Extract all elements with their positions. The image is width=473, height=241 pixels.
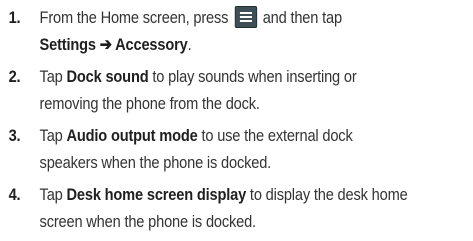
step-text-segment: From the Home screen, press — [39, 8, 229, 27]
step-number: 2. — [8, 67, 21, 86]
step-text: From the Home screen, press and then tap … — [40, 4, 461, 58]
step-line: screen when the phone is docked. — [39, 212, 257, 231]
step-text-segment: to play sounds when inserting or — [148, 67, 357, 86]
settings-path: Settings ➔ Accessory — [39, 35, 188, 54]
option-name: Audio output mode — [66, 126, 198, 145]
step-text-segment: Tap — [39, 67, 67, 86]
step-text-segment: Tap — [39, 185, 67, 204]
step-line: speakers when the phone is docked. — [39, 153, 272, 172]
step-line: Tap Dock sound to play sounds when inser… — [40, 63, 461, 90]
step-line: Tap Audio output mode to use the externa… — [40, 122, 461, 149]
step-text: Tap Audio output mode to use the externa… — [40, 122, 461, 176]
step-text-segment: Tap — [39, 126, 67, 145]
step-line: Tap Desk home screen display to display … — [40, 181, 461, 208]
step-number: 4. — [8, 185, 21, 204]
step-text: Tap Dock sound to play sounds when inser… — [40, 63, 461, 117]
step-number: 3. — [8, 126, 21, 145]
step-text-segment: to display the desk home — [246, 185, 408, 204]
option-name: Desk home screen display — [66, 185, 247, 204]
step-text: Tap Desk home screen display to display … — [40, 181, 461, 235]
step-number: 1. — [8, 8, 21, 27]
step-line: From the Home screen, press and then tap — [40, 4, 461, 31]
step-text-segment: and then tap — [262, 8, 342, 27]
step-text-segment: to use the external dock — [197, 126, 353, 145]
option-name: Dock sound — [66, 67, 149, 86]
step-line: Settings ➔ Accessory. — [40, 31, 461, 58]
menu-icon — [235, 6, 258, 28]
step-text-segment: . — [187, 35, 192, 54]
step-line: removing the phone from the dock. — [39, 94, 260, 113]
